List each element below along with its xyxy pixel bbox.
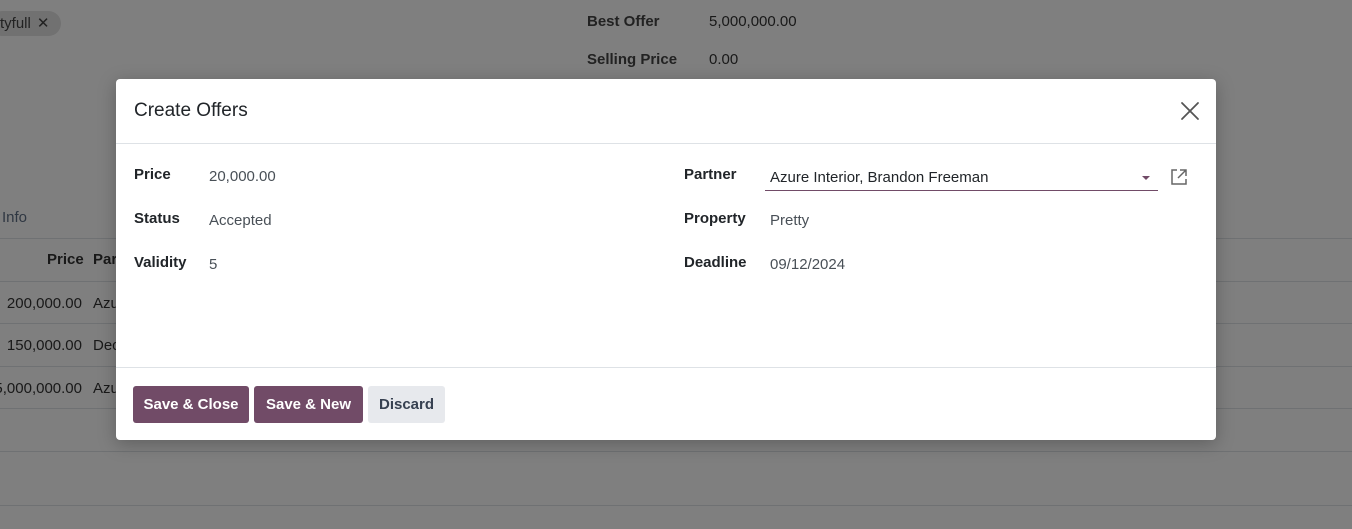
price-field[interactable]: 20,000.00	[209, 168, 276, 185]
validity-field[interactable]: 5	[209, 256, 217, 273]
status-field[interactable]: Accepted	[209, 212, 272, 229]
save-close-button[interactable]: Save & Close	[133, 386, 249, 423]
close-icon	[1181, 102, 1199, 120]
save-new-button[interactable]: Save & New	[254, 386, 363, 423]
deadline-field[interactable]: 09/12/2024	[770, 256, 845, 273]
partner-label: Partner	[684, 166, 737, 183]
validity-label: Validity	[134, 254, 187, 271]
external-link-button[interactable]	[1169, 167, 1189, 187]
dialog-title: Create Offers	[134, 100, 248, 121]
partner-select[interactable]: Azure Interior, Brandon Freeman	[765, 164, 1158, 191]
caret-down-icon[interactable]	[1142, 176, 1150, 180]
dialog-footer: Save & Close Save & New Discard	[116, 368, 1216, 439]
external-link-icon	[1171, 169, 1187, 185]
close-button[interactable]	[1178, 99, 1202, 123]
property-label: Property	[684, 210, 746, 227]
dialog-body: Price 20,000.00 Status Accepted Validity…	[116, 144, 1216, 368]
partner-value: Azure Interior, Brandon Freeman	[770, 168, 989, 186]
status-label: Status	[134, 210, 180, 227]
deadline-label: Deadline	[684, 254, 747, 271]
property-field[interactable]: Pretty	[770, 212, 809, 229]
price-label: Price	[134, 166, 171, 183]
discard-button[interactable]: Discard	[368, 386, 445, 423]
create-offers-dialog: Create Offers Price 20,000.00 Status Acc…	[116, 79, 1216, 440]
dialog-header: Create Offers	[116, 79, 1216, 144]
